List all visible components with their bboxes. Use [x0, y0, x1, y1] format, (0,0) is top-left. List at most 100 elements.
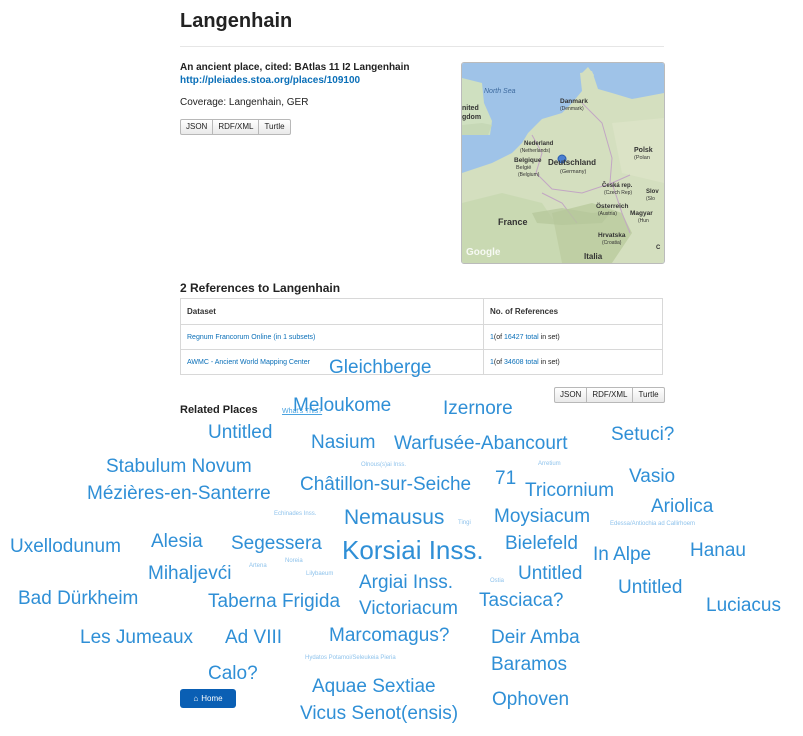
home-icon: ⌂ [193, 694, 199, 703]
home-label: Home [201, 694, 223, 703]
map-edge-label: C [656, 245, 661, 251]
references-title: 2 References to Langenhain [180, 281, 341, 295]
related-place-link[interactable]: Noreia [285, 558, 303, 564]
related-place-link[interactable]: Untitled [208, 423, 272, 442]
related-place-link[interactable]: Nemausus [344, 507, 444, 528]
related-place-link[interactable]: Warfusée-Abancourt [394, 434, 568, 453]
json-button[interactable]: JSON [180, 119, 214, 135]
belgium-label: (Belgium) [518, 172, 540, 178]
related-place-link[interactable]: Stabulum Novum [106, 457, 252, 476]
related-place-link[interactable]: Setuci? [611, 425, 674, 444]
related-place-link[interactable]: Nasium [311, 433, 375, 452]
related-place-link[interactable]: Ad VIII [225, 628, 282, 647]
dataset-header: Dataset [180, 298, 484, 325]
place-uri-link[interactable]: http://pleiades.stoa.org/places/109100 [180, 75, 360, 86]
related-place-link[interactable]: Mihaljevći [148, 564, 231, 583]
related-place-link[interactable]: Hanau [690, 541, 746, 560]
related-place-link[interactable]: Moysiacum [494, 507, 590, 526]
belgique-label: Belgique [514, 157, 542, 164]
reference-count-cell: 1(of 34608 total in set) [483, 349, 663, 375]
related-place-link[interactable]: Untitled [618, 578, 682, 597]
location-map[interactable]: North Sea nited gdom Danmark (Denmark) P… [461, 62, 665, 264]
related-place-link[interactable]: Mézières-en-Santerre [87, 484, 271, 503]
cited-text: An ancient place, cited: BAtlas 11 I2 La… [180, 62, 410, 73]
hrvatska-label: Hrvatska [598, 232, 626, 239]
related-place-link[interactable]: Ariolica [651, 497, 713, 516]
related-place-link[interactable]: Artena [249, 563, 267, 569]
related-place-link[interactable]: Bielefeld [505, 534, 578, 553]
turtle-button[interactable]: Turtle [258, 119, 291, 135]
related-place-link[interactable]: Victoriacum [359, 599, 458, 618]
reference-count-cell: 1(of 16427 total in set) [483, 324, 663, 350]
related-place-link[interactable]: Alesia [151, 532, 203, 551]
related-place-link[interactable]: Meloukome [293, 396, 391, 415]
related-place-link[interactable]: Echinades Inss. [274, 511, 316, 517]
germany-label: (Germany) [560, 169, 586, 175]
denmark-label: (Denmark) [560, 106, 584, 112]
google-logo: Google [466, 247, 501, 258]
json-button[interactable]: JSON [554, 387, 588, 403]
related-place-link[interactable]: Ostia [490, 578, 504, 584]
dataset-link[interactable]: AWMC - Ancient World Mapping Center [187, 359, 310, 366]
related-place-link[interactable]: Segessera [231, 534, 322, 553]
related-place-link[interactable]: Untitled [518, 564, 582, 583]
related-place-link[interactable]: Tingi [458, 520, 471, 526]
total-link[interactable]: 16427 total [504, 334, 539, 341]
related-place-link[interactable]: Arretium [538, 461, 561, 467]
related-place-link[interactable]: Tricornium [525, 481, 614, 500]
title-divider [180, 46, 664, 47]
related-place-link[interactable]: Châtillon-sur-Seiche [300, 475, 471, 494]
related-place-link[interactable]: Olnous(s)ai Inss. [361, 462, 406, 468]
related-place-link[interactable]: Deir Amba [491, 628, 580, 647]
slovakia-label-2: (Slo [646, 196, 655, 202]
croatia-label: (Croatia) [602, 240, 622, 246]
related-places-title: Related Places [180, 404, 258, 416]
related-place-link[interactable]: Vicus Senot(ensis) [300, 704, 458, 723]
related-place-link[interactable]: Korsiai Inss. [342, 537, 484, 563]
related-place-link[interactable]: Luciacus [706, 596, 781, 615]
polska-label: Polsk [634, 147, 653, 154]
related-place-link[interactable]: Edessa/Antiochia ad Callirhoem [610, 521, 695, 527]
format-buttons-top: JSON RDF/XML Turtle [180, 119, 291, 135]
related-place-link[interactable]: Hydatos Potamoi/Seleukeia Pieria [305, 655, 396, 661]
related-place-link[interactable]: Gleichberge [329, 358, 431, 377]
related-place-link[interactable]: Izernore [443, 399, 513, 418]
czech-label: (Czech Rep) [604, 190, 632, 196]
magyar-label: Magyar [630, 210, 653, 217]
coverage-text: Coverage: Langenhain, GER [180, 97, 309, 108]
related-place-link[interactable]: Calo? [208, 664, 258, 683]
poland-label: (Polan [634, 155, 650, 161]
related-place-link[interactable]: Bad Dürkheim [18, 589, 138, 608]
related-place-link[interactable]: Tasciaca? [479, 591, 564, 610]
danmark-label: Danmark [560, 98, 588, 105]
related-place-link[interactable]: Aquae Sextiae [312, 677, 436, 696]
related-place-link[interactable]: Baramos [491, 655, 567, 674]
related-place-link[interactable]: Uxellodunum [10, 537, 121, 556]
related-place-link[interactable]: Marcomagus? [329, 626, 449, 645]
home-button[interactable]: ⌂ Home [180, 689, 236, 708]
related-place-link[interactable]: Lilybaeum [306, 571, 333, 577]
related-place-link[interactable]: Les Jumeaux [80, 628, 193, 647]
cesko-label: Česká rep. [602, 182, 633, 189]
rdfxml-button[interactable]: RDF/XML [212, 119, 260, 135]
uk-label-2: gdom [462, 114, 481, 121]
related-place-link[interactable]: Taberna Frigida [208, 592, 340, 611]
italia-label: Italia [584, 252, 603, 261]
count-header: No. of References [483, 298, 663, 325]
related-place-link[interactable]: Vasio [629, 467, 675, 486]
related-place-link[interactable]: Argiai Inss. [359, 573, 453, 592]
related-place-link[interactable]: Ophoven [492, 690, 569, 709]
table-row: Regnum Francorum Online (in 1 subsets) 1… [180, 324, 663, 350]
dataset-link[interactable]: Regnum Francorum Online (in 1 subsets) [187, 334, 315, 341]
hungary-label: (Hun [638, 218, 649, 224]
rdfxml-button[interactable]: RDF/XML [586, 387, 634, 403]
total-link[interactable]: 34608 total [504, 359, 539, 366]
turtle-button[interactable]: Turtle [632, 387, 665, 403]
related-place-link[interactable]: In Alpe [593, 545, 651, 564]
belgie-label: België [516, 165, 531, 171]
austria-label: (Austria) [598, 211, 617, 217]
france-label: France [498, 217, 528, 227]
north-sea-label: North Sea [484, 88, 516, 95]
related-place-link[interactable]: 71 [495, 469, 516, 488]
format-buttons-bottom: JSON RDF/XML Turtle [554, 387, 665, 403]
